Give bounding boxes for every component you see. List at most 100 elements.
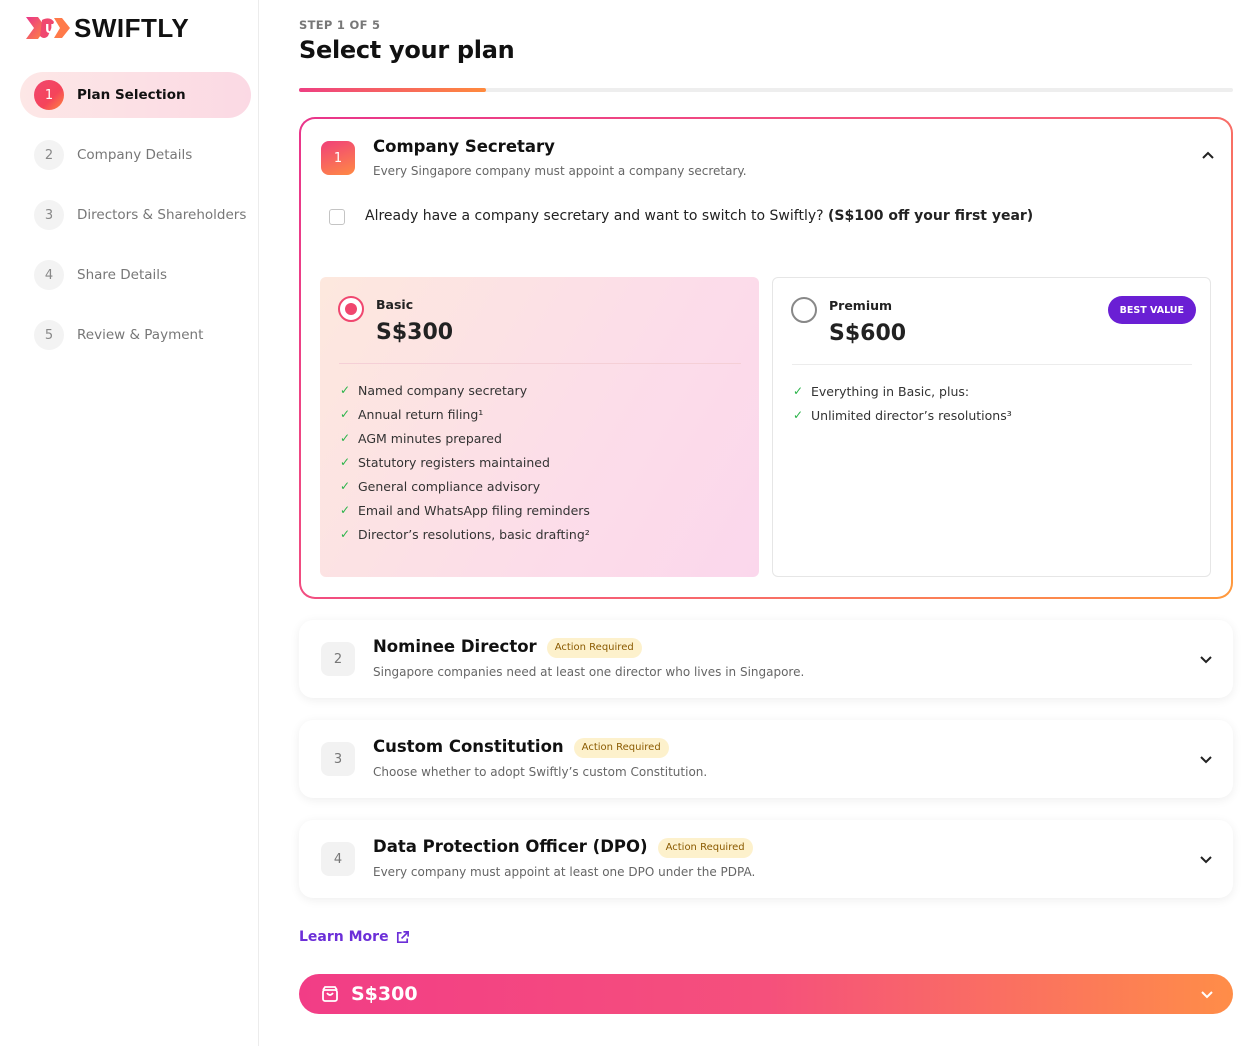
svg-text:U: U	[45, 22, 55, 36]
feature-text: Statutory registers maintained	[358, 454, 550, 470]
sidebar-step-company-details[interactable]: 2 Company Details	[20, 132, 251, 178]
brand-logo[interactable]: U SWIFTLY	[24, 12, 189, 44]
step-label: Directors & Shareholders	[77, 207, 247, 223]
sidebar-step-review-payment[interactable]: 5 Review & Payment	[20, 312, 251, 358]
feature-item: ✓ Director’s resolutions, basic drafting²	[340, 522, 590, 546]
feature-text: General compliance advisory	[358, 478, 541, 494]
switch-question: Already have a company secretary and wan…	[365, 208, 824, 224]
switch-secretary-checkbox[interactable]	[329, 209, 345, 225]
step-label: Company Details	[77, 147, 193, 163]
data-protection-officer-section[interactable]: 4 Data Protection Officer (DPO) Action Re…	[299, 820, 1233, 898]
step-number: 3	[34, 200, 64, 230]
feature-item: ✓ Annual return filing¹	[340, 402, 590, 426]
section-title[interactable]: Company Secretary	[373, 137, 555, 156]
feature-item: ✓ Named company secretary	[340, 378, 590, 402]
step-number: 4	[34, 260, 64, 290]
plan-radio-basic[interactable]	[338, 296, 364, 322]
chevron-down-icon[interactable]	[1199, 853, 1213, 867]
section-subtitle: Choose whether to adopt Swiftly’s custom…	[373, 765, 708, 779]
check-icon: ✓	[793, 384, 804, 398]
section-title-text: Nominee Director	[373, 637, 537, 656]
section-number-badge: 2	[321, 642, 355, 676]
check-icon: ✓	[340, 455, 351, 469]
plan-divider	[792, 364, 1192, 365]
feature-item: ✓ Unlimited director’s resolutions³	[793, 403, 1012, 427]
chevron-down-icon[interactable]	[1199, 753, 1213, 767]
sidebar-step-plan-selection[interactable]: 1 Plan Selection	[20, 72, 251, 118]
plan-name: Premium	[829, 298, 893, 313]
feature-text: Director’s resolutions, basic drafting²	[358, 526, 590, 542]
section-title: Custom Constitution Action Required	[373, 737, 669, 758]
step-caption: STEP 1 OF 5	[299, 18, 381, 32]
section-subtitle: Singapore companies need at least one di…	[373, 665, 805, 679]
custom-constitution-section[interactable]: 3 Custom Constitution Action Required Cho…	[299, 720, 1233, 798]
nominee-director-section[interactable]: 2 Nominee Director Action Required Singap…	[299, 620, 1233, 698]
section-subtitle: Every company must appoint at least one …	[373, 865, 756, 879]
step-number: 2	[34, 140, 64, 170]
action-required-tag: Action Required	[573, 738, 669, 758]
section-title: Data Protection Officer (DPO) Action Requ…	[373, 837, 753, 858]
plan-features: ✓ Everything in Basic, plus: ✓ Unlimited d…	[793, 379, 1012, 427]
section-number-badge: 4	[321, 842, 355, 876]
progress-bar	[299, 88, 1233, 92]
step-label: Plan Selection	[77, 87, 186, 103]
check-icon: ✓	[340, 503, 351, 517]
feature-item: ✓ AGM minutes prepared	[340, 426, 590, 450]
best-value-badge: BEST VALUE	[1107, 296, 1196, 324]
swiftly-logo-icon: U	[26, 17, 70, 39]
page-title: Select your plan	[299, 36, 515, 64]
action-required-tag: Action Required	[657, 838, 753, 858]
learn-more-link[interactable]: Learn More	[299, 929, 410, 945]
brand-name: SWIFTLY	[74, 12, 190, 43]
feature-item: ✓ General compliance advisory	[340, 474, 590, 498]
switch-secretary-label[interactable]: Already have a company secretary and wan…	[365, 208, 1033, 224]
check-icon: ✓	[340, 383, 351, 397]
shopping-bag-icon	[322, 986, 338, 1002]
feature-text: AGM minutes prepared	[358, 430, 502, 446]
plan-price: S$300	[376, 320, 454, 345]
section-number-badge: 1	[321, 141, 355, 175]
step-number: 1	[34, 80, 64, 110]
step-label: Share Details	[77, 267, 168, 283]
section-title-text: Data Protection Officer (DPO)	[373, 837, 648, 856]
total-price: S$300	[351, 983, 418, 1005]
feature-text: Annual return filing¹	[358, 406, 484, 422]
sidebar-step-directors-shareholders[interactable]: 3 Directors & Shareholders	[20, 192, 251, 238]
check-icon: ✓	[340, 407, 351, 421]
plan-name: Basic	[376, 297, 414, 312]
feature-item: ✓ Statutory registers maintained	[340, 450, 590, 474]
external-link-icon	[396, 930, 409, 943]
feature-item: ✓ Everything in Basic, plus:	[793, 379, 1012, 403]
sidebar: U SWIFTLY 1 Plan Selection 2 Company Det…	[0, 0, 259, 1046]
check-icon: ✓	[340, 527, 351, 541]
section-title-text: Custom Constitution	[373, 737, 564, 756]
feature-text: Unlimited director’s resolutions³	[811, 407, 1012, 423]
check-icon: ✓	[793, 408, 804, 422]
plan-price: S$600	[829, 321, 907, 346]
check-icon: ✓	[340, 431, 351, 445]
feature-item: ✓ Email and WhatsApp filing reminders	[340, 498, 590, 522]
order-total-bar[interactable]: S$300	[299, 974, 1233, 1014]
step-label: Review & Payment	[77, 327, 204, 343]
feature-text: Email and WhatsApp filing reminders	[358, 502, 590, 518]
sidebar-step-share-details[interactable]: 4 Share Details	[20, 252, 251, 298]
switch-offer: (S$100 off your first year)	[828, 208, 1034, 224]
plan-card-basic[interactable]: Basic S$300 ✓ Named company secretary ✓ An…	[320, 277, 759, 577]
feature-text: Everything in Basic, plus:	[811, 383, 970, 399]
plan-radio-premium[interactable]	[791, 297, 817, 323]
plan-card-premium[interactable]: Premium S$600 BEST VALUE ✓ Everything in …	[772, 277, 1211, 577]
section-number-badge: 3	[321, 742, 355, 776]
chevron-down-icon[interactable]	[1201, 991, 1213, 999]
step-number: 5	[34, 320, 64, 350]
section-subtitle: Every Singapore company must appoint a c…	[373, 164, 747, 178]
chevron-down-icon[interactable]	[1199, 653, 1213, 667]
learn-more-label: Learn More	[299, 929, 389, 945]
progress-fill	[299, 88, 486, 92]
plan-features: ✓ Named company secretary ✓ Annual return …	[340, 378, 590, 546]
section-title: Nominee Director Action Required	[373, 637, 642, 658]
feature-text: Named company secretary	[358, 382, 528, 398]
action-required-tag: Action Required	[546, 638, 642, 658]
company-secretary-section: 1 Company Secretary Every Singapore comp…	[299, 117, 1233, 599]
plan-divider	[339, 363, 741, 364]
chevron-up-icon[interactable]	[1201, 148, 1215, 162]
